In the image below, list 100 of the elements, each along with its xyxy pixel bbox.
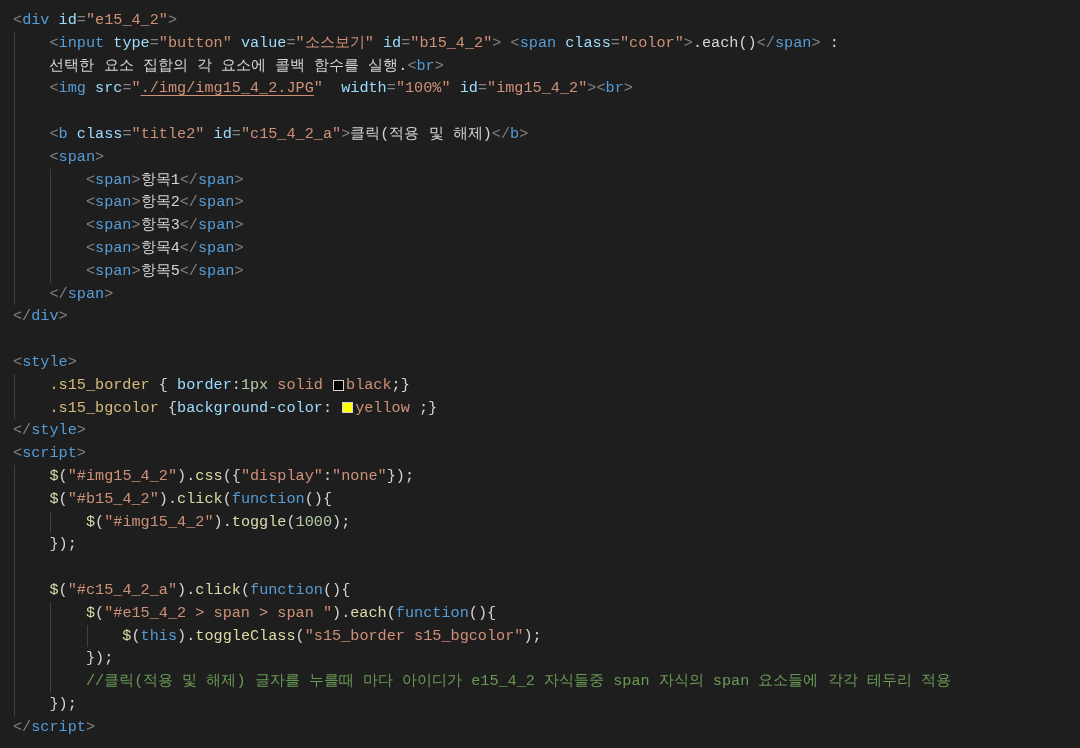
- code-text: ).: [177, 625, 196, 647]
- code-punctuation: </: [179, 192, 198, 214]
- code-text: 선택한 요소 집합의 각 요소에 콜백 함수를 실행.: [49, 55, 408, 77]
- string-literal: "#e15_4_2 > span > span ": [104, 602, 332, 624]
- code-text: ).: [332, 602, 351, 624]
- string-literal: "display": [240, 465, 323, 487]
- code-punctuation: </: [13, 420, 32, 442]
- tag-name: div: [22, 10, 50, 31]
- code-text: (){: [304, 488, 333, 510]
- tag-name: span: [198, 169, 235, 191]
- code-punctuation: </: [179, 237, 198, 259]
- code-text: {: [157, 374, 169, 396]
- tag-name: span: [774, 32, 812, 54]
- tag-name: br: [605, 78, 624, 100]
- function-name: css: [195, 465, 223, 487]
- code-punctuation: >: [234, 260, 244, 282]
- code-punctuation: <: [13, 351, 23, 373]
- code-text: (){: [468, 602, 497, 624]
- string-literal: "e15_4_2": [85, 10, 168, 31]
- code-punctuation: >: [683, 32, 693, 54]
- code-punctuation: <: [85, 215, 96, 237]
- string-literal: "#b15_4_2": [67, 488, 159, 510]
- code-text: 클릭(적용 및 해제): [350, 124, 492, 145]
- code-punctuation: >: [131, 237, 141, 259]
- code-text: );: [523, 625, 542, 647]
- code-punctuation: </: [13, 716, 32, 738]
- code-punctuation: >: [131, 169, 141, 191]
- code-punctuation: >: [234, 192, 244, 214]
- tag-name: span: [95, 169, 132, 191]
- string-literal: "none": [332, 465, 387, 487]
- number-literal: 1px: [240, 374, 269, 396]
- code-punctuation: =: [401, 32, 411, 54]
- code-text: 항목2: [140, 192, 180, 214]
- tag-name: span: [198, 215, 235, 237]
- attribute-name: class: [75, 124, 123, 145]
- code-punctuation: <: [85, 192, 96, 214]
- keyword: this: [140, 625, 178, 647]
- attribute-name: id: [458, 78, 478, 100]
- code-text: (: [58, 488, 68, 510]
- code-punctuation: =: [76, 10, 86, 31]
- css-selector: .s15_border: [49, 374, 150, 396]
- tag-name: input: [58, 32, 105, 54]
- string-literal: ": [313, 78, 323, 100]
- string-literal: "b15_4_2": [410, 32, 493, 54]
- attribute-name: value: [239, 32, 287, 54]
- code-text: ;}: [417, 397, 438, 419]
- tag-name: style: [22, 351, 68, 373]
- string-literal: "100%": [395, 78, 451, 100]
- string-literal: "s15_border s15_bgcolor": [304, 625, 524, 647]
- code-text: (: [386, 602, 396, 624]
- code-text: (: [131, 625, 141, 647]
- function-name: click: [195, 579, 241, 601]
- link-path[interactable]: ./img/img15_4_2.JPG: [140, 77, 314, 101]
- tag-name: br: [416, 55, 435, 77]
- code-text: });: [49, 534, 77, 556]
- attribute-name: width: [340, 78, 387, 100]
- attribute-name: src: [94, 78, 123, 100]
- string-literal: black: [346, 374, 392, 396]
- code-punctuation: >: [76, 443, 86, 465]
- code-punctuation: </: [179, 169, 198, 191]
- code-punctuation: >: [167, 10, 178, 31]
- function-name: $: [49, 465, 59, 487]
- code-punctuation: >: [623, 78, 633, 100]
- code-punctuation: <: [13, 10, 23, 31]
- code-text: (: [95, 602, 105, 624]
- code-text: ).: [177, 465, 196, 487]
- code-punctuation: >: [434, 55, 444, 77]
- string-literal: ": [131, 78, 141, 100]
- code-punctuation: >: [95, 146, 105, 168]
- tag-name: span: [95, 215, 132, 237]
- function-name: $: [85, 511, 96, 533]
- code-punctuation: =: [477, 78, 488, 100]
- code-punctuation: <: [49, 78, 59, 100]
- keyword: function: [231, 488, 305, 510]
- code-punctuation: =: [386, 78, 396, 100]
- tag-name: span: [67, 283, 105, 305]
- tag-name: span: [198, 260, 235, 282]
- code-punctuation: >: [234, 215, 244, 237]
- code-punctuation: >: [519, 124, 529, 145]
- code-text: {: [166, 397, 178, 419]
- keyword: function: [250, 579, 323, 601]
- code-punctuation: <: [13, 443, 23, 465]
- tag-name: img: [58, 78, 86, 100]
- code-text: ({: [222, 465, 241, 487]
- attribute-name: id: [57, 10, 77, 31]
- code-text: });: [386, 465, 415, 487]
- code-punctuation: </: [491, 124, 510, 145]
- code-punctuation: =: [286, 32, 296, 54]
- code-punctuation: <: [407, 55, 417, 77]
- code-punctuation: > <: [492, 32, 520, 54]
- css-selector: .s15_bgcolor: [49, 397, 159, 419]
- code-punctuation: <: [85, 260, 96, 282]
- tag-name: span: [198, 237, 235, 259]
- code-punctuation: </: [179, 260, 198, 282]
- code-punctuation: <: [49, 124, 59, 145]
- code-text: );: [332, 511, 351, 533]
- code-text: ;}: [391, 374, 410, 396]
- code-text: (: [240, 579, 250, 601]
- string-literal: "title2": [131, 124, 205, 145]
- tag-name: span: [519, 32, 557, 54]
